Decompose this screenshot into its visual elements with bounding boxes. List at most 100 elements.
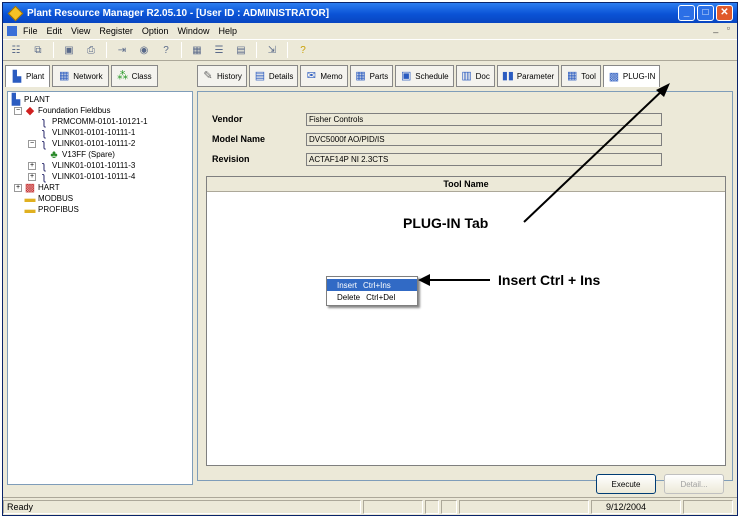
toolbar-question-icon[interactable]: ? <box>157 42 175 58</box>
toolbar-copy-icon[interactable]: ⧉ <box>29 42 47 58</box>
toolbar-print-icon[interactable]: ⎙ <box>82 42 100 58</box>
menu-window[interactable]: Window <box>177 26 209 36</box>
tree-item-hart[interactable]: + ▩ HART <box>14 182 60 194</box>
tree-item-prmcomm[interactable]: ʅ PRMCOMM-0101-10121-1 <box>38 116 148 128</box>
delete-shortcut: Ctrl+Del <box>366 292 396 302</box>
plug-in-panel: Vendor Fisher Controls Model Name DVC500… <box>197 91 733 494</box>
minimize-button[interactable]: _ <box>678 5 695 21</box>
tab-history[interactable]: ✎ History <box>197 65 247 87</box>
collapse-icon[interactable]: − <box>14 106 22 115</box>
parts-icon: ▦ <box>355 70 366 82</box>
tree-item-v13ff[interactable]: ♣ V13FF (Spare) <box>48 149 115 161</box>
right-tab-bar: ✎ History ▤ Details ✉ Memo ▦ Parts ▣ Schedule… <box>197 65 737 89</box>
tool-name-column-header[interactable]: Tool Name <box>207 177 725 192</box>
tree-root[interactable]: ▙ PLANT <box>10 94 50 106</box>
tree-item-label: VLINK01-0101-10111-1 <box>52 128 136 137</box>
tree-item-vlink-3[interactable]: + ʅ VLINK01-0101-10111-3 <box>28 160 136 172</box>
tab-label: Details <box>268 71 294 81</box>
toolbar-exit-icon[interactable]: ⇲ <box>263 42 281 58</box>
execute-button[interactable]: Execute <box>596 474 656 494</box>
maximize-button[interactable]: □ <box>697 5 714 21</box>
context-menu: Insert Ctrl+Ins Delete Ctrl+Del <box>326 276 418 306</box>
toolbar-save-icon[interactable]: ▣ <box>60 42 78 58</box>
tree-item-label: VLINK01-0101-10111-3 <box>52 161 136 170</box>
tree-item-vlink-4[interactable]: + ʅ VLINK01-0101-10111-4 <box>28 170 135 183</box>
toolbar-tree-icon[interactable]: ☷ <box>7 42 25 58</box>
toolbar-separator <box>181 42 182 58</box>
menu-view[interactable]: View <box>71 26 90 36</box>
tab-label: History <box>217 71 242 81</box>
details-icon: ▤ <box>254 70 266 82</box>
model-name-label: Model Name <box>212 134 266 144</box>
doc-window-icon <box>7 25 17 36</box>
insert-label: Insert <box>337 280 358 290</box>
tab-plug-in[interactable]: ▩ PLUG-IN <box>602 65 661 87</box>
toolbar-separator <box>256 42 257 58</box>
tab-label: Parameter <box>516 71 555 81</box>
tab-doc[interactable]: ▥ Doc <box>455 65 495 87</box>
tab-parameter[interactable]: ▮▮ Parameter <box>496 65 560 87</box>
tab-class[interactable]: ⁂ Class <box>110 65 158 87</box>
tab-memo[interactable]: ✉ Memo <box>300 65 348 87</box>
tab-details[interactable]: ▤ Details <box>248 65 299 87</box>
fieldbus-icon: ◆ <box>25 104 35 117</box>
device-icon: ʅ <box>42 170 46 183</box>
menu-register[interactable]: Register <box>99 26 133 36</box>
menu-help[interactable]: Help <box>218 26 237 36</box>
tab-parts[interactable]: ▦ Parts <box>349 65 394 87</box>
main-window: Plant Resource Manager R2.05.10 - [User … <box>2 2 738 516</box>
context-menu-delete[interactable]: Delete Ctrl+Del <box>327 291 417 303</box>
toolbar-list-icon[interactable]: ☰ <box>210 42 228 58</box>
tree-item-label: PRMCOMM-0101-10121-1 <box>52 117 148 126</box>
toolbar-grid-icon[interactable]: ▤ <box>232 42 250 58</box>
context-menu-insert[interactable]: Insert Ctrl+Ins <box>327 279 417 291</box>
menu-edit[interactable]: Edit <box>47 26 63 36</box>
status-pane <box>425 499 439 514</box>
tree-item-label: VLINK01-0101-10111-2 <box>52 139 136 148</box>
toolbar-help-icon[interactable]: ? <box>294 42 312 58</box>
plant-tree[interactable]: ▙ PLANT − ◆ Foundation Fieldbus ʅ PRMCOMM-01… <box>7 91 193 485</box>
tree-item-label: Foundation Fieldbus <box>38 106 111 115</box>
status-date: 9/12/2004 <box>591 499 681 514</box>
expand-icon[interactable]: + <box>28 172 36 181</box>
menu-file[interactable]: File <box>23 26 38 36</box>
tree-item-foundation-fieldbus[interactable]: − ◆ Foundation Fieldbus <box>14 104 111 117</box>
doc-icon: ▥ <box>461 70 472 82</box>
tab-network[interactable]: ▦ Network <box>52 65 109 87</box>
tree-item-vlink-2[interactable]: − ʅ VLINK01-0101-10111-2 <box>28 138 136 150</box>
tree-item-label: PROFIBUS <box>38 205 79 214</box>
plug-in-icon: ▩ <box>608 70 620 83</box>
status-pane <box>441 499 457 514</box>
toolbar-calendar-icon[interactable]: ▦ <box>188 42 206 58</box>
tab-tool[interactable]: ▦ Tool <box>561 65 601 87</box>
menu-option[interactable]: Option <box>142 26 169 36</box>
toolbar-connect-icon[interactable]: ⇥ <box>113 42 131 58</box>
close-button[interactable]: ✕ <box>716 5 733 21</box>
expand-icon[interactable]: + <box>28 161 36 170</box>
mdi-controls[interactable]: _ ▫ <box>713 23 733 33</box>
tree-item-profibus[interactable]: ▬ PROFIBUS <box>24 204 79 216</box>
tab-plant[interactable]: ▙ Plant <box>5 65 51 87</box>
tab-class-label: Class <box>131 71 152 81</box>
tab-label: Tool <box>581 71 596 81</box>
tree-item-vlink-1[interactable]: ʅ VLINK01-0101-10111-1 <box>38 127 136 139</box>
memo-icon: ✉ <box>306 70 316 82</box>
revision-row: Revision ACTAF14P NI 2.3CTS <box>212 152 732 166</box>
toolbar-separator <box>106 42 107 58</box>
revision-label: Revision <box>212 154 250 164</box>
status-pane <box>683 499 733 514</box>
tab-label: Parts <box>369 71 389 81</box>
collapse-icon[interactable]: − <box>28 139 36 148</box>
title-bar[interactable]: Plant Resource Manager R2.05.10 - [User … <box>3 3 737 23</box>
detail-button[interactable]: Detail... <box>664 474 724 494</box>
tab-schedule[interactable]: ▣ Schedule <box>395 65 454 87</box>
schedule-icon: ▣ <box>401 70 412 82</box>
toolbar: ☷ ⧉ ▣ ⎙ ⇥ ◉ ? ▦ ☰ ▤ ⇲ ? <box>3 39 737 61</box>
vendor-row: Vendor Fisher Controls <box>212 112 732 126</box>
status-bar: Ready 9/12/2004 <box>3 497 737 515</box>
tree-item-modbus[interactable]: ▬ MODBUS <box>24 193 74 205</box>
status-text: Ready <box>3 499 361 514</box>
expand-icon[interactable]: + <box>14 183 22 192</box>
toolbar-stop-icon[interactable]: ◉ <box>135 42 153 58</box>
tab-plant-label: Plant <box>26 72 45 81</box>
